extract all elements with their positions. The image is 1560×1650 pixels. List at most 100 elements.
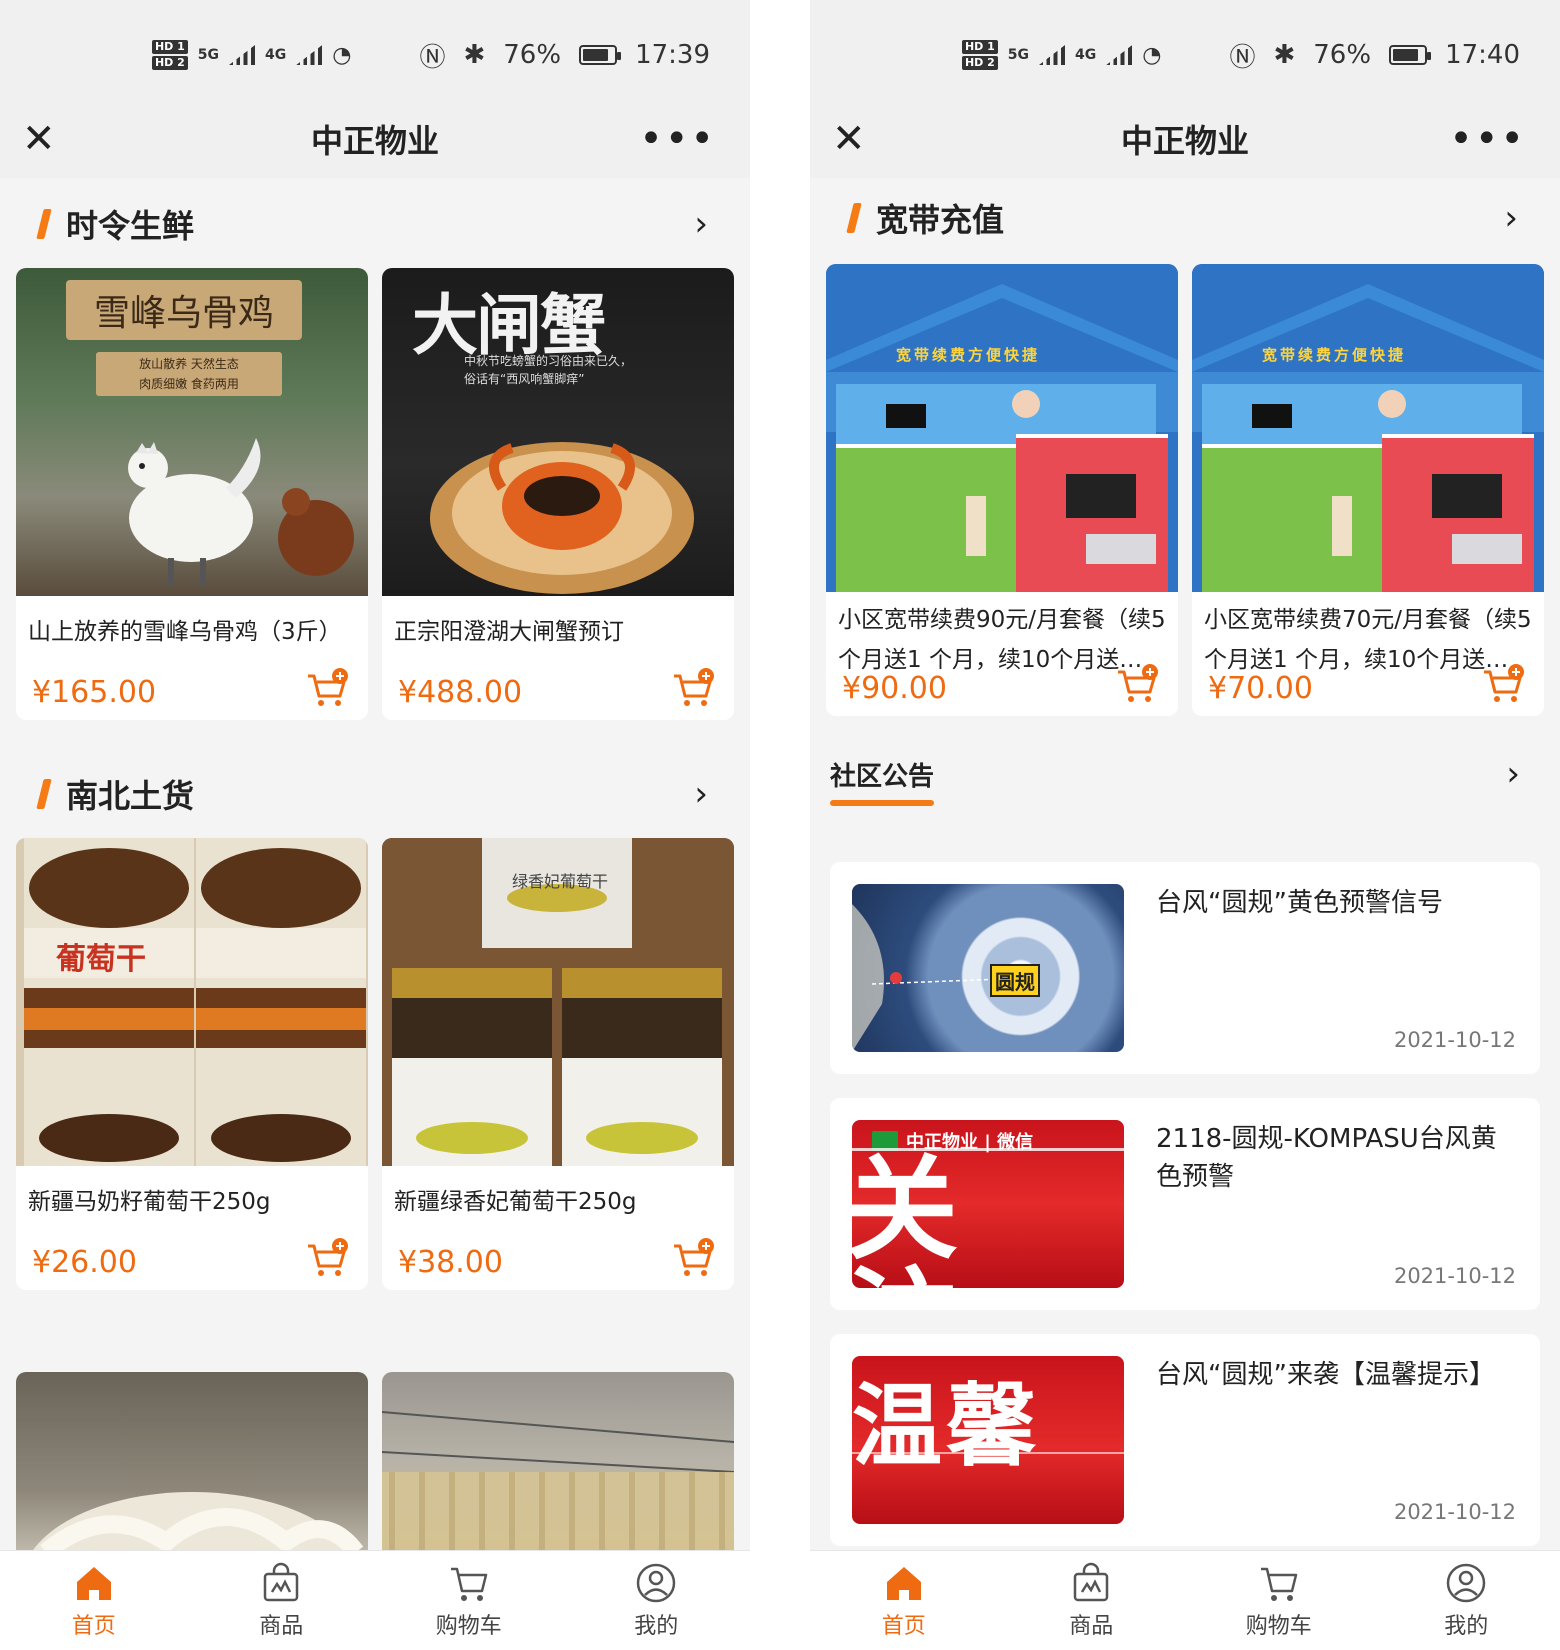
home-content: 时令生鲜 › 雪峰乌骨鸡 放山散养 天然生态 肉质细嫩 食药两用 山上放养的雪峰… [0,178,750,1550]
more-menu-icon[interactable]: ••• [639,119,716,159]
bluetooth-icon: ✱ [1273,40,1296,70]
product-card[interactable]: 葡萄干 新疆马奶籽葡萄干250g ¥26.00 [16,838,368,1290]
tab-label: 商品 [1069,1613,1114,1639]
tab-label: 我的 [634,1613,679,1639]
net-5g-label: 5G [1007,47,1030,63]
battery-percent: 76% [1313,40,1372,70]
add-to-cart-icon[interactable] [1482,664,1526,704]
tab-mine[interactable]: 我的 [1373,1551,1560,1650]
product-card[interactable]: 宽带续费方便快捷 小区宽带续费90元/月套餐（续5个月送1 个月，续10个月送…… [826,264,1178,716]
tab-cart[interactable]: 购物车 [375,1551,563,1650]
notice-title: 台风“圆规”来袭【温馨提示】 [1156,1360,1495,1390]
tab-label: 购物车 [435,1613,502,1639]
section-header-broadband[interactable]: 宽带充值 › [810,190,1560,246]
product-card[interactable]: 宽带续费方便快捷 小区宽带续费70元/月套餐（续5个月送1 个月，续10个月送…… [1192,264,1544,716]
add-to-cart-icon[interactable] [672,668,716,708]
tab-label: 我的 [1444,1613,1489,1639]
broadband-banner-image: 宽带续费方便快捷 [1192,264,1544,592]
product-price: ¥38.00 [398,1245,503,1280]
add-to-cart-icon[interactable] [306,668,350,708]
wifi-icon: ◔ [332,42,352,68]
user-icon [637,1563,676,1602]
signal-icon [1106,45,1133,65]
tab-products[interactable]: 商品 [998,1551,1186,1650]
phone-screen-left: HD 1 HD 2 5G 4G ◔ Ⓝ ✱ 76% 17:39 ✕ 中正物业 ••… [0,0,750,1650]
home-icon [886,1566,921,1600]
close-icon[interactable]: ✕ [832,119,866,159]
page-title: 中正物业 [310,122,439,160]
notice-item[interactable]: 温馨 台风“圆规”来袭【温馨提示】 2021-10-12 [830,1334,1540,1546]
user-icon [1447,1563,1486,1602]
net-4g-label: 4G [265,47,287,63]
status-bar: HD 1 HD 2 5G 4G ◔ Ⓝ ✱ 76% 17:40 [810,0,1560,110]
cart-icon [1260,1567,1297,1601]
product-image-vermicelli [382,1372,734,1550]
signal-icon [296,45,323,65]
cart-icon [450,1567,487,1601]
more-menu-icon[interactable]: ••• [1449,119,1526,159]
page-title: 中正物业 [1120,122,1249,160]
hd-icon: HD 1 HD 2 [151,40,188,70]
home-content: 宽带充值 › 宽带续费方便快捷 小区宽带续费90元/月套餐（续5个月送1 个月，… [810,178,1560,1550]
notice-tab-title: 社区公告 [830,762,935,792]
bluetooth-icon: ✱ [463,40,486,70]
tab-mine[interactable]: 我的 [563,1551,751,1650]
tab-home[interactable]: 首页 [810,1551,998,1650]
nfc-icon: Ⓝ [1229,42,1256,73]
notice-title: 2118-圆规-KOMPASU台风黄色预警 [1156,1124,1497,1192]
tab-cart[interactable]: 购物车 [1185,1551,1373,1650]
section-accent-bar [36,209,52,239]
nav-bar: ✕ 中正物业 ••• [0,100,750,178]
notice-item[interactable]: 中正物业 | 微信 关注 2118-圆规-KOMPASU台风黄色预警 2021-… [830,1098,1540,1310]
product-price: ¥26.00 [32,1245,137,1280]
add-to-cart-icon[interactable] [1116,664,1160,704]
notice-date: 2021-10-12 [1393,1028,1516,1052]
tab-products[interactable]: 商品 [188,1551,376,1650]
section-accent-bar [36,779,52,809]
wifi-icon: ◔ [1142,42,1162,68]
nfc-icon: Ⓝ [419,42,446,73]
close-icon[interactable]: ✕ [22,119,56,159]
product-name: 山上放养的雪峰乌骨鸡（3斤） [28,619,342,645]
broadband-banner-image: 宽带续费方便快捷 [826,264,1178,592]
signal-group: HD 1 HD 2 5G 4G ◔ [961,40,1162,70]
product-card[interactable]: 雪峰乌骨鸡 放山散养 天然生态 肉质细嫩 食药两用 山上放养的雪峰乌骨鸡（3斤）… [16,268,368,720]
product-image-green-raisins: 绿香妃葡萄干 [382,838,734,1166]
section-title: 宽带充值 [876,201,1005,239]
product-image-crab: 大闸蟹 中秋节吃螃蟹的习俗由来已久， 俗话有“西风响蟹脚痒” [382,268,734,596]
chevron-right-icon[interactable]: › [1504,198,1518,238]
notice-section-header[interactable]: 社区公告 › [830,748,1560,808]
product-price: ¥165.00 [32,675,157,710]
phone-screen-right: HD 1 HD 2 5G 4G ◔ Ⓝ ✱ 76% 17:40 ✕ 中正物业 ••… [810,0,1560,1650]
section-accent-bar [846,203,862,233]
tab-home[interactable]: 首页 [0,1551,188,1650]
product-card[interactable] [382,1372,734,1550]
product-name: 正宗阳澄湖大闸蟹预订 [394,619,624,645]
shop-bag-icon [264,1562,299,1601]
product-card[interactable] [16,1372,368,1550]
product-card[interactable]: 绿香妃葡萄干 新疆绿香妃葡萄干250g ¥38.00 [382,838,734,1290]
signal-icon [229,45,256,65]
section-header-local-goods[interactable]: 南北土货 › [0,766,750,822]
tab-label: 商品 [259,1613,304,1639]
add-to-cart-icon[interactable] [672,1238,716,1278]
add-to-cart-icon[interactable] [306,1238,350,1278]
clock: 17:40 [1445,40,1520,70]
notice-thumbnail-warm-tips: 温馨 [852,1356,1124,1524]
section-header-seasonal[interactable]: 时令生鲜 › [0,196,750,252]
status-bar: HD 1 HD 2 5G 4G ◔ Ⓝ ✱ 76% 17:39 [0,0,750,110]
product-name: 新疆绿香妃葡萄干250g [394,1189,637,1215]
notice-item[interactable]: 圆规 台风“圆规”黄色预警信号 2021-10-12 [830,862,1540,1074]
nav-bar: ✕ 中正物业 ••• [810,100,1560,178]
chevron-right-icon[interactable]: › [694,774,708,814]
notice-date: 2021-10-12 [1393,1500,1516,1524]
home-icon [76,1566,111,1600]
notice-thumbnail-follow: 中正物业 | 微信 关注 [852,1120,1124,1288]
chevron-right-icon[interactable]: › [694,204,708,244]
notice-date: 2021-10-12 [1393,1264,1516,1288]
chevron-right-icon[interactable]: › [1506,754,1520,794]
product-image-raisins: 葡萄干 [16,838,368,1166]
hd-icon: HD 1 HD 2 [961,40,998,70]
signal-group: HD 1 HD 2 5G 4G ◔ [151,40,352,70]
product-card[interactable]: 大闸蟹 中秋节吃螃蟹的习俗由来已久， 俗话有“西风响蟹脚痒” 正宗阳澄湖大闸蟹预… [382,268,734,720]
